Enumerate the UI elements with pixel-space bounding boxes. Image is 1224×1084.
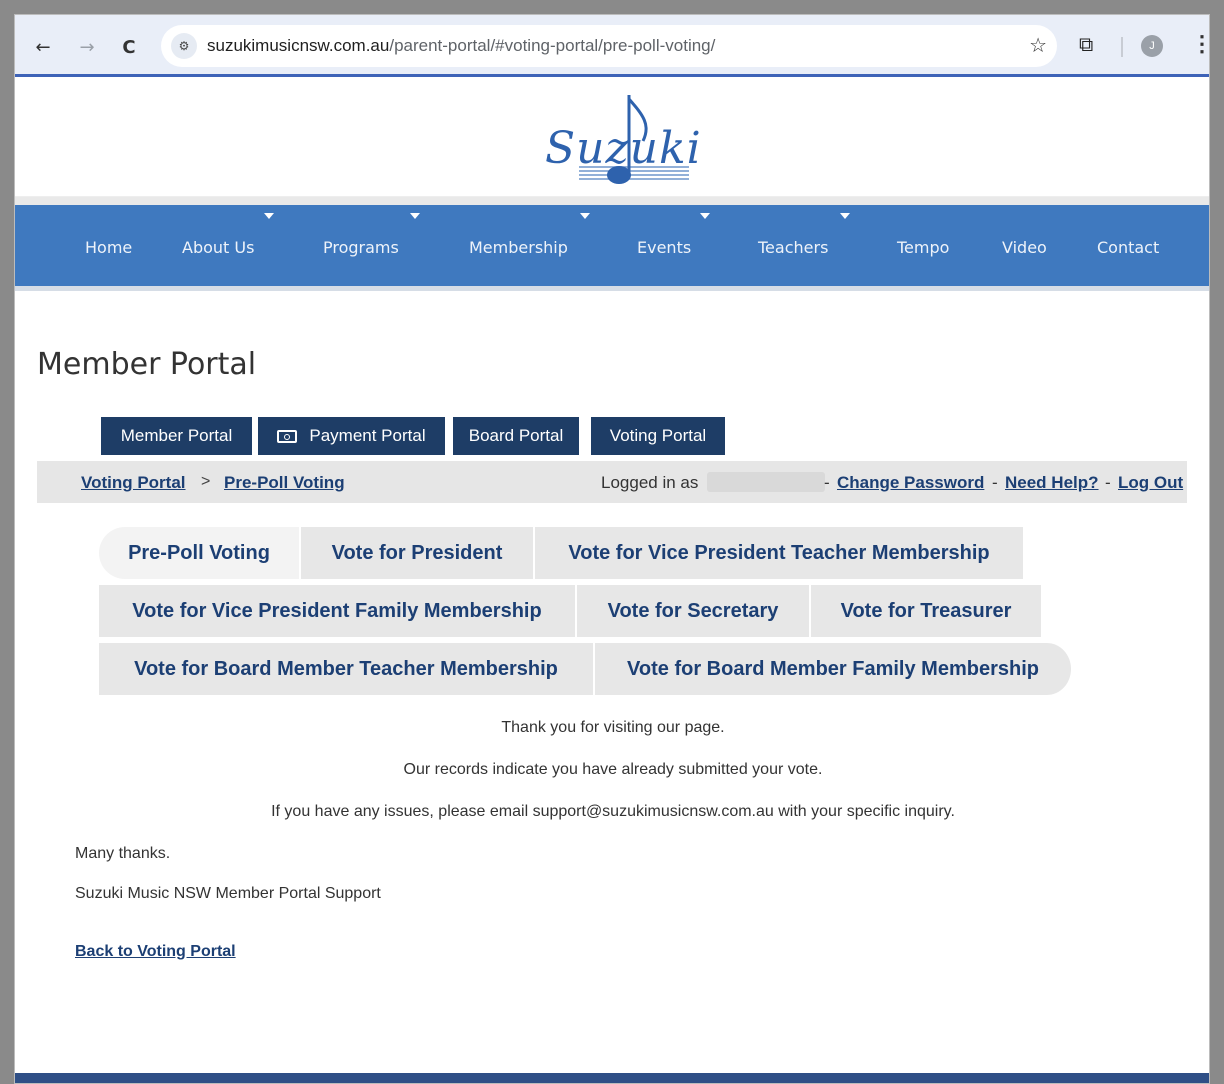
browser-window: ← → C ⚙ suzukimusicnsw.com.au/parent-por… xyxy=(14,14,1210,1084)
page-title: Member Portal xyxy=(37,347,257,382)
redacted-username xyxy=(707,472,825,492)
tab-vote-treasurer[interactable]: Vote for Treasurer xyxy=(811,585,1043,637)
header-divider xyxy=(15,197,1209,205)
teachers-dropdown-icon[interactable] xyxy=(840,213,850,219)
logo-text: Suzuki xyxy=(545,123,702,174)
support-message: If you have any issues, please email sup… xyxy=(271,803,955,820)
toolbar-divider xyxy=(1121,37,1123,57)
site-footer xyxy=(15,1073,1209,1083)
site-header: Suzuki xyxy=(15,77,1209,197)
url-path: /parent-portal/#voting-portal/pre-poll-v… xyxy=(389,36,716,55)
profile-avatar[interactable]: J xyxy=(1141,35,1163,57)
many-thanks-text: Many thanks. xyxy=(75,845,171,862)
change-password-link[interactable]: Change Password xyxy=(837,473,984,493)
tab-pre-poll-voting[interactable]: Pre-Poll Voting xyxy=(99,527,301,579)
nav-events[interactable]: Events xyxy=(637,238,691,257)
log-out-link[interactable]: Log Out xyxy=(1118,473,1183,493)
tab-vote-board-member-teacher[interactable]: Vote for Board Member Teacher Membership xyxy=(99,643,595,695)
need-help-link[interactable]: Need Help? xyxy=(1005,473,1099,493)
bookmark-star-icon[interactable]: ☆ xyxy=(1029,33,1047,57)
browser-toolbar: ← → C ⚙ suzukimusicnsw.com.au/parent-por… xyxy=(15,15,1209,77)
money-icon xyxy=(277,429,298,443)
nav-video[interactable]: Video xyxy=(1002,238,1047,257)
site-info-icon[interactable]: ⚙ xyxy=(171,33,197,59)
thanks-message: Thank you for visiting our page. xyxy=(501,719,725,736)
tab-vote-board-member-family[interactable]: Vote for Board Member Family Membership xyxy=(595,643,1073,695)
tab-board-portal[interactable]: Board Portal xyxy=(453,417,579,455)
url-text[interactable]: suzukimusicnsw.com.au/parent-portal/#vot… xyxy=(207,36,715,56)
nav-contact[interactable]: Contact xyxy=(1097,238,1159,257)
breadcrumb-pre-poll-voting[interactable]: Pre-Poll Voting xyxy=(224,473,345,493)
tab-payment-portal-label: Payment Portal xyxy=(309,426,426,445)
separator-dash: - xyxy=(824,473,830,492)
breadcrumb-separator: > xyxy=(201,473,211,490)
separator-dash: - xyxy=(992,473,998,492)
extensions-icon[interactable]: ⧉ xyxy=(1079,32,1093,56)
events-dropdown-icon[interactable] xyxy=(700,213,710,219)
tab-vote-president[interactable]: Vote for President xyxy=(301,527,535,579)
tab-payment-portal[interactable]: Payment Portal xyxy=(258,417,445,455)
main-navigation: Home About Us Programs Membership Events… xyxy=(15,205,1209,291)
nav-tempo[interactable]: Tempo xyxy=(897,238,949,257)
reload-icon[interactable]: C xyxy=(115,33,143,61)
address-bar[interactable]: ⚙ suzukimusicnsw.com.au/parent-portal/#v… xyxy=(161,25,1057,67)
tab-voting-portal[interactable]: Voting Portal xyxy=(591,417,725,455)
programs-dropdown-icon[interactable] xyxy=(410,213,420,219)
membership-dropdown-icon[interactable] xyxy=(580,213,590,219)
separator-dash: - xyxy=(1105,473,1111,492)
nav-teachers[interactable]: Teachers xyxy=(758,238,828,257)
nav-about-us[interactable]: About Us xyxy=(182,238,254,257)
forward-icon[interactable]: → xyxy=(73,33,101,61)
breadcrumb: Voting Portal > Pre-Poll Voting Logged i… xyxy=(37,461,1187,503)
tab-member-portal[interactable]: Member Portal xyxy=(101,417,252,455)
about-us-dropdown-icon[interactable] xyxy=(264,213,274,219)
back-icon[interactable]: ← xyxy=(29,33,57,61)
nav-programs[interactable]: Programs xyxy=(323,238,399,257)
site-logo[interactable]: Suzuki xyxy=(539,95,702,191)
url-host: suzukimusicnsw.com.au xyxy=(207,36,390,55)
signature-text: Suzuki Music NSW Member Portal Support xyxy=(75,885,381,902)
tab-vote-vice-president-family[interactable]: Vote for Vice President Family Membershi… xyxy=(99,585,577,637)
browser-menu-icon[interactable]: ⋮ xyxy=(1191,31,1209,57)
tab-vote-vice-president-teacher[interactable]: Vote for Vice President Teacher Membersh… xyxy=(535,527,1025,579)
already-voted-message: Our records indicate you have already su… xyxy=(403,761,823,778)
logged-in-label: Logged in as xyxy=(601,473,699,492)
tab-vote-secretary[interactable]: Vote for Secretary xyxy=(577,585,811,637)
back-to-voting-portal-link[interactable]: Back to Voting Portal xyxy=(75,943,236,961)
nav-home[interactable]: Home xyxy=(85,238,132,257)
breadcrumb-voting-portal[interactable]: Voting Portal xyxy=(81,473,186,493)
nav-membership[interactable]: Membership xyxy=(469,238,568,257)
